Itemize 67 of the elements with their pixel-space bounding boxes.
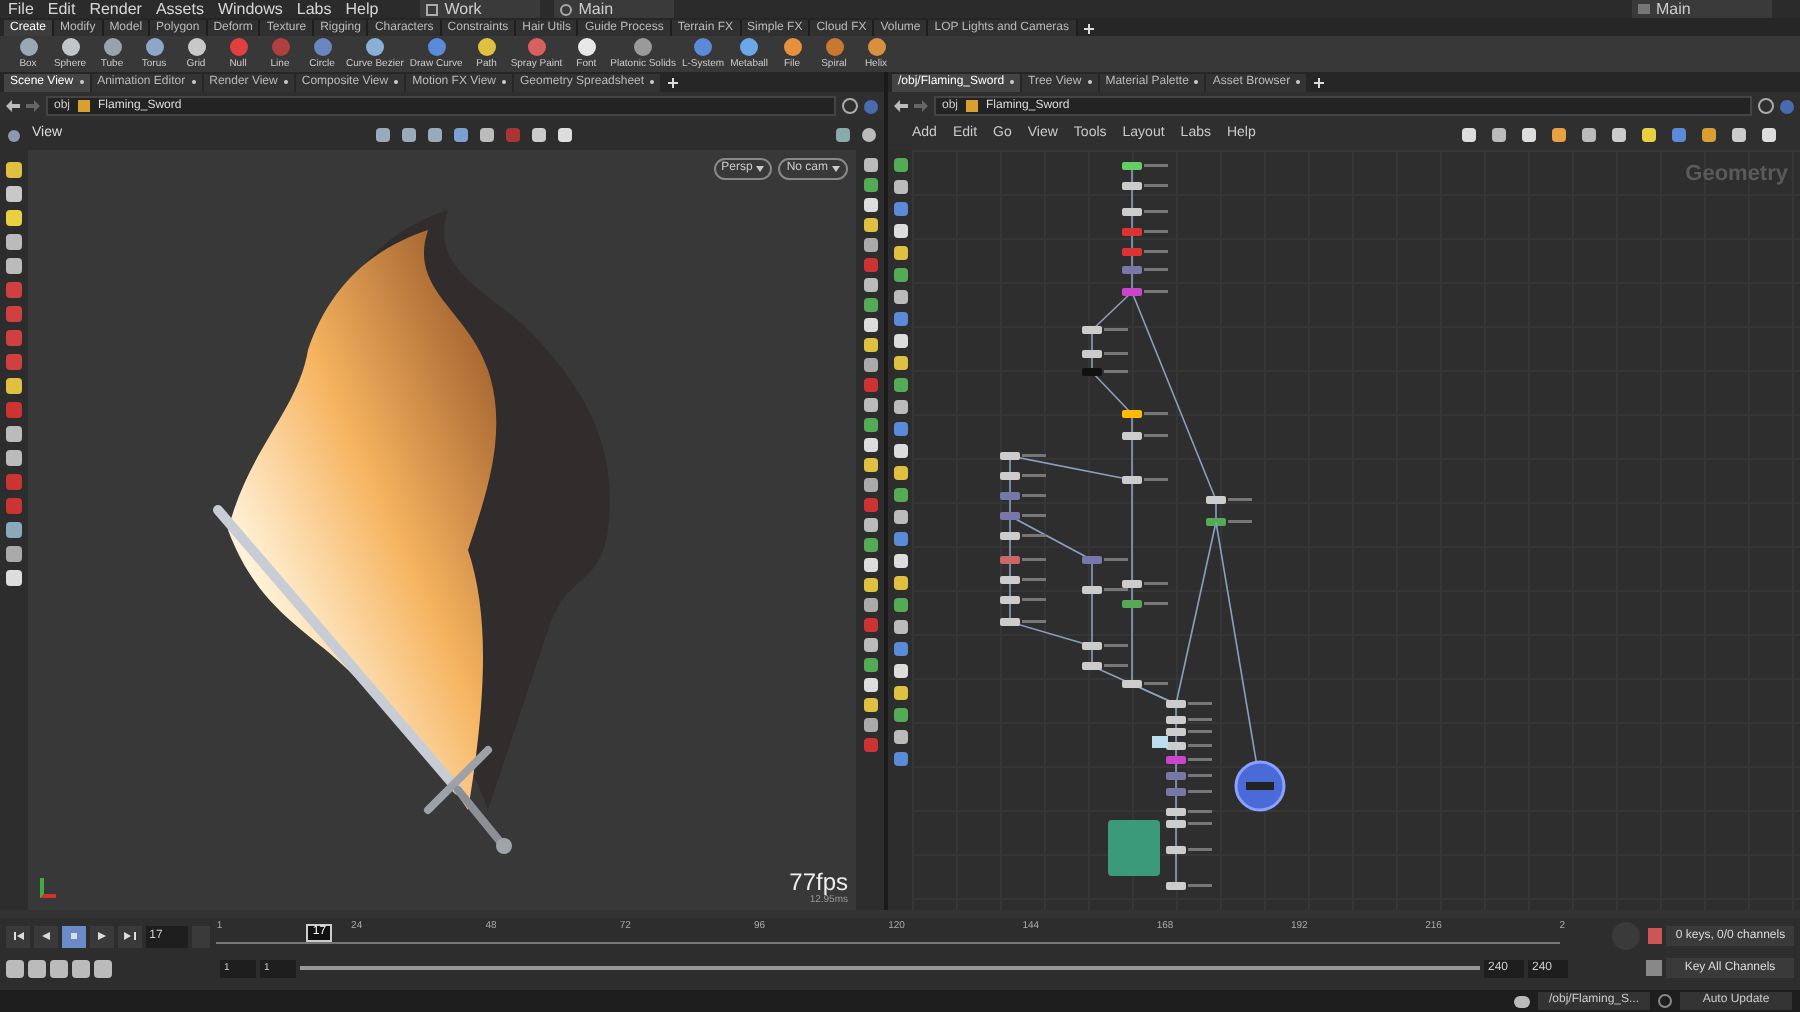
menu-item[interactable]: Labs	[296, 0, 332, 18]
add-tab-icon[interactable]	[1083, 24, 1094, 34]
view-icon	[8, 129, 20, 141]
axis-gizmo-icon	[40, 878, 56, 898]
shelf-tool-icon	[427, 38, 446, 56]
network-tool-icon[interactable]	[1492, 128, 1506, 142]
stop-icon	[67, 930, 80, 942]
object-icon	[78, 100, 91, 112]
network-tool-icon[interactable]	[1762, 128, 1776, 142]
shelf-tool-icon	[103, 38, 121, 56]
desktop-icon	[1638, 4, 1650, 14]
playback-button[interactable]	[117, 925, 142, 947]
add-tab-icon[interactable]	[1314, 77, 1325, 87]
shelf-tool-icon	[145, 38, 163, 56]
shelf-tool-icon	[634, 38, 653, 56]
menu-item[interactable]: Help	[345, 0, 379, 18]
channels-icon[interactable]	[1647, 928, 1663, 944]
menu-item[interactable]: Edit	[47, 0, 76, 18]
network-tool-icon[interactable]	[1522, 128, 1536, 142]
shelf-tool-icon	[477, 38, 496, 56]
playback-button[interactable]	[6, 925, 30, 947]
shelf-tool-icon	[229, 38, 247, 56]
shelf-tool-icon	[783, 38, 801, 56]
step-back-icon	[39, 930, 52, 942]
display-options-icon[interactable]	[836, 128, 850, 142]
shelf-tool-icon	[19, 38, 37, 56]
shelf-tool-icon	[577, 38, 596, 56]
back-arrow-icon[interactable]	[894, 100, 908, 112]
network-tool-icon[interactable]	[1612, 128, 1626, 142]
caret-icon	[756, 166, 765, 172]
desktop-icon	[426, 3, 439, 15]
menu-item[interactable]: Assets	[155, 0, 204, 18]
network-tool-icon[interactable]	[1462, 128, 1476, 142]
shelf-tool-icon	[187, 38, 205, 56]
object-icon	[966, 100, 979, 112]
shelf-tool-icon	[740, 38, 759, 56]
network-tool-icon[interactable]	[1552, 128, 1566, 142]
menu-item[interactable]: Windows	[217, 0, 283, 18]
shelf-tool-icon	[825, 38, 843, 56]
shelf-tool-icon	[694, 38, 713, 56]
shelf-tool-icon	[527, 38, 546, 56]
skip-to-end-icon	[123, 930, 136, 942]
network-tool-icon[interactable]	[1732, 128, 1746, 142]
add-tab-icon[interactable]	[668, 77, 679, 87]
network-tool-icon[interactable]	[1582, 128, 1596, 142]
shelf-tool-icon	[313, 38, 331, 56]
context-selector[interactable]: Main	[1632, 0, 1772, 18]
network-tool-icon[interactable]	[1672, 128, 1686, 142]
shelf-tool-icon	[271, 38, 289, 56]
shelf-tool-icon	[365, 38, 384, 56]
context-selector[interactable]: Main	[554, 0, 675, 18]
playback-button[interactable]	[61, 925, 86, 947]
menu-item[interactable]: File	[8, 0, 34, 18]
back-arrow-icon[interactable]	[6, 100, 20, 112]
play-icon	[95, 930, 108, 942]
status-icon	[1514, 995, 1530, 1007]
network-tool-icon[interactable]	[1702, 128, 1716, 142]
caret-icon	[832, 166, 840, 172]
skip-to-start-icon	[11, 930, 24, 942]
shelf-tool-icon	[61, 38, 79, 56]
shelf-tool-icon	[867, 38, 885, 56]
playback-button[interactable]	[89, 925, 114, 947]
playback-button[interactable]	[33, 925, 58, 947]
fps-readout: 77fps	[789, 869, 848, 893]
network-tool-icon[interactable]	[1642, 128, 1656, 142]
menu-item[interactable]: Render	[89, 0, 142, 18]
desktop-selector[interactable]: Work	[420, 0, 541, 18]
